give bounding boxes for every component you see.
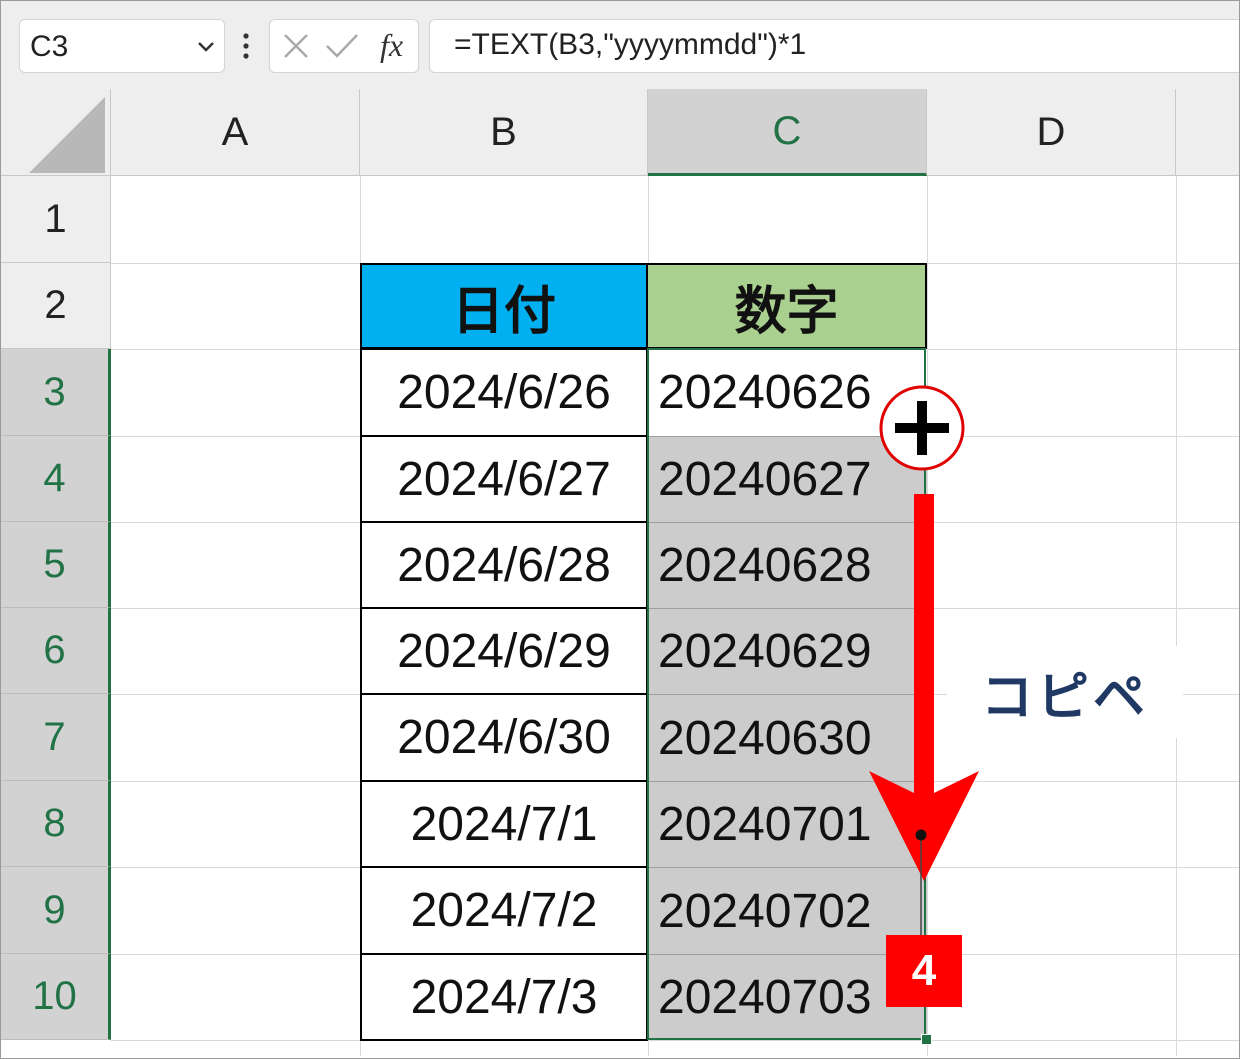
copy-paste-label: コピペ bbox=[947, 646, 1183, 738]
excel-window: C3 fx =TEXT(B3,"yyyymmdd")*1 A B C D 1 2… bbox=[0, 0, 1240, 1059]
fill-handle-plus-icon bbox=[879, 385, 965, 471]
annotation-layer bbox=[869, 385, 979, 951]
step-badge: 4 bbox=[886, 935, 962, 1007]
